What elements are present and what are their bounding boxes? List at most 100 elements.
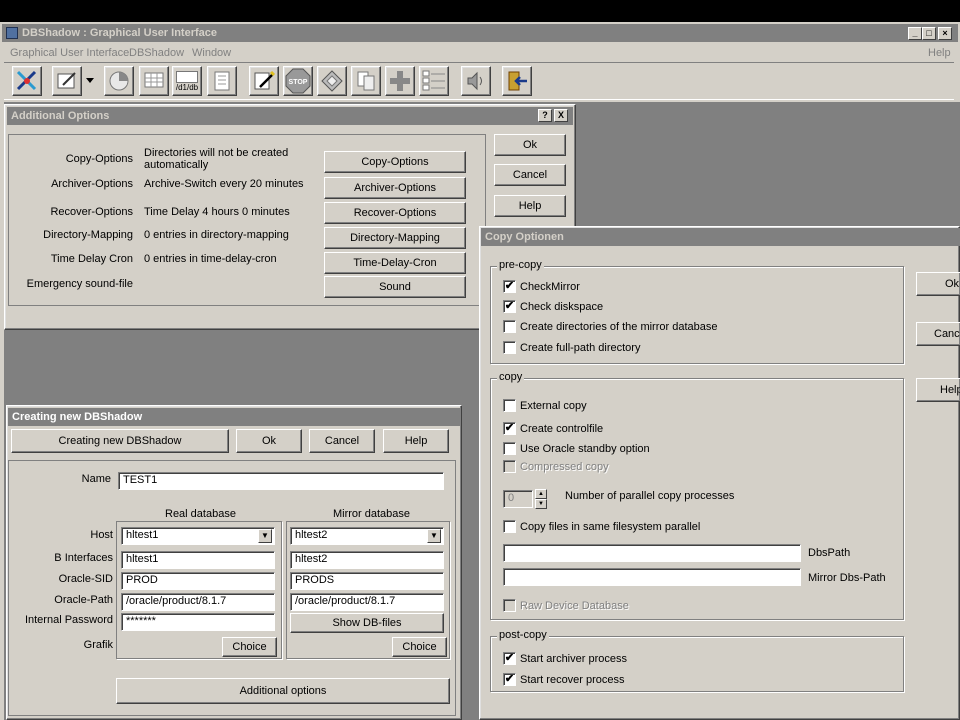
time-delay-cron-label: Time Delay Cron xyxy=(50,253,133,265)
name-input[interactable]: TEST1 xyxy=(118,472,444,490)
spin-down-icon[interactable]: ▼ xyxy=(535,499,547,509)
check-diskspace-label: Check diskspace xyxy=(520,301,604,313)
recover-options-button[interactable]: Recover-Options xyxy=(324,202,466,224)
list-icon[interactable] xyxy=(207,66,237,96)
checkmirror-checkbox[interactable]: ✔ xyxy=(503,280,516,293)
additional-options-close-button[interactable]: X xyxy=(554,109,568,122)
mirror-choice-button[interactable]: Choice xyxy=(392,637,447,657)
raw-device-label: Raw Device Database xyxy=(520,600,629,612)
copy-options-button[interactable]: Copy-Options xyxy=(324,151,466,173)
creating-header-button[interactable]: Creating new DBShadow xyxy=(11,429,229,453)
parallel-processes-input[interactable]: 0 xyxy=(503,490,533,508)
time-delay-cron-value: 0 entries in time-delay-cron xyxy=(144,253,277,265)
create-full-path-checkbox[interactable] xyxy=(503,341,516,354)
speaker-icon[interactable] xyxy=(461,66,491,96)
stop-icon[interactable]: STOP xyxy=(283,66,313,96)
mirror-interfaces-input[interactable]: hltest2 xyxy=(290,551,444,569)
creating-help-button[interactable]: Help xyxy=(383,429,449,453)
real-host-value: hltest1 xyxy=(126,529,159,541)
mirror-database-heading: Mirror database xyxy=(333,508,411,520)
mirror-sid-input[interactable]: PRODS xyxy=(290,572,444,590)
edit-icon[interactable] xyxy=(52,66,82,96)
dbs-path-label: DbsPath xyxy=(808,547,851,559)
dbshadow-icon[interactable] xyxy=(12,66,42,96)
start-recover-checkbox[interactable]: ✔ xyxy=(503,673,516,686)
chevron-down-icon[interactable]: ▼ xyxy=(258,529,272,543)
additional-help-button[interactable]: Help xyxy=(494,195,566,217)
menu-dbshadow[interactable]: DBShadow xyxy=(129,47,184,59)
show-db-files-button[interactable]: Show DB-files xyxy=(290,613,444,633)
additional-ok-button[interactable]: Ok xyxy=(494,134,566,156)
grid-icon[interactable] xyxy=(139,66,169,96)
oracle-sid-label: Oracle-SID xyxy=(58,573,113,585)
pencil-icon[interactable] xyxy=(249,66,279,96)
time-delay-cron-button[interactable]: Time-Delay-Cron xyxy=(324,252,466,274)
chevron-down-icon[interactable] xyxy=(84,66,96,96)
menu-window[interactable]: Window xyxy=(192,47,231,59)
check-diskspace-checkbox[interactable]: ✔ xyxy=(503,300,516,313)
real-path-input[interactable]: /oracle/product/8.1.7 xyxy=(121,593,275,611)
creating-ok-button[interactable]: Ok xyxy=(236,429,302,453)
creating-cancel-button[interactable]: Cancel xyxy=(309,429,375,453)
dbs-path-input[interactable] xyxy=(503,544,801,562)
menu-graphical-user-interface[interactable]: Graphical User Interface xyxy=(10,47,129,59)
checklist-icon[interactable] xyxy=(419,66,449,96)
archiver-options-button[interactable]: Archiver-Options xyxy=(324,177,466,199)
raw-device-checkbox[interactable] xyxy=(503,599,516,612)
directory-mapping-button[interactable]: Directory-Mapping xyxy=(324,227,466,249)
archiver-options-label: Archiver-Options xyxy=(51,178,133,190)
create-controlfile-label: Create controlfile xyxy=(520,423,604,435)
additional-options-button[interactable]: Additional options xyxy=(116,678,450,704)
exit-icon[interactable] xyxy=(502,66,532,96)
pie-chart-icon[interactable] xyxy=(104,66,134,96)
real-password-input[interactable]: ******* xyxy=(121,613,275,631)
real-interfaces-input[interactable]: hltest1 xyxy=(121,551,275,569)
real-sid-input[interactable]: PROD xyxy=(121,572,275,590)
start-archiver-checkbox[interactable]: ✔ xyxy=(503,652,516,665)
parallel-spinner[interactable]: ▲ ▼ xyxy=(535,489,547,509)
close-button[interactable]: × xyxy=(938,27,952,40)
archiver-options-value: Archive-Switch every 20 minutes xyxy=(144,178,304,190)
external-copy-checkbox[interactable] xyxy=(503,399,516,412)
host-label: Host xyxy=(90,529,113,541)
internal-password-label: Internal Password xyxy=(24,614,113,626)
mirror-path-input[interactable]: /oracle/product/8.1.7 xyxy=(290,593,444,611)
create-directories-checkbox[interactable] xyxy=(503,320,516,333)
help-question-button[interactable]: ? xyxy=(538,109,552,122)
name-label: Name xyxy=(81,473,111,485)
mirror-dbs-path-input[interactable] xyxy=(503,568,801,586)
pre-copy-title: pre-copy xyxy=(497,259,544,271)
spin-up-icon[interactable]: ▲ xyxy=(535,489,547,499)
creating-titlebar: Creating new DBShadow xyxy=(8,408,460,426)
app-title: DBShadow : Graphical User Interface xyxy=(22,27,217,39)
compressed-copy-checkbox[interactable] xyxy=(503,460,516,473)
real-choice-button[interactable]: Choice xyxy=(222,637,277,657)
create-directories-label: Create directories of the mirror databas… xyxy=(520,321,718,333)
copy-ok-button[interactable]: Ok xyxy=(916,272,960,296)
oracle-path-label: Oracle-Path xyxy=(54,594,113,606)
copy-cancel-button[interactable]: Cance xyxy=(916,322,960,346)
sound-button[interactable]: Sound xyxy=(324,276,466,298)
start-recover-label: Start recover process xyxy=(520,674,625,686)
d1db-icon[interactable]: /d1/db xyxy=(172,66,202,96)
mirror-host-select[interactable]: hltest2 ▼ xyxy=(290,527,444,545)
chevron-down-icon[interactable]: ▼ xyxy=(427,529,441,543)
same-filesystem-checkbox[interactable] xyxy=(503,520,516,533)
additional-cancel-button[interactable]: Cancel xyxy=(494,164,566,186)
stop-label: STOP xyxy=(289,79,308,86)
plus-icon[interactable] xyxy=(385,66,415,96)
minimize-button[interactable]: _ xyxy=(908,27,922,40)
create-controlfile-checkbox[interactable]: ✔ xyxy=(503,422,516,435)
menu-help[interactable]: Help xyxy=(928,47,951,59)
emergency-sound-label: Emergency sound-file xyxy=(26,278,133,290)
diamond-icon[interactable] xyxy=(317,66,347,96)
start-archiver-label: Start archiver process xyxy=(520,653,627,665)
maximize-button[interactable]: □ xyxy=(922,27,936,40)
directory-mapping-value: 0 entries in directory-mapping xyxy=(144,229,289,241)
additional-options-title: Additional Options xyxy=(11,110,110,122)
copy-help-button[interactable]: Help xyxy=(916,378,960,402)
files-icon[interactable] xyxy=(351,66,381,96)
real-host-select[interactable]: hltest1 ▼ xyxy=(121,527,275,545)
create-full-path-label: Create full-path directory xyxy=(520,342,641,354)
oracle-standby-checkbox[interactable] xyxy=(503,442,516,455)
